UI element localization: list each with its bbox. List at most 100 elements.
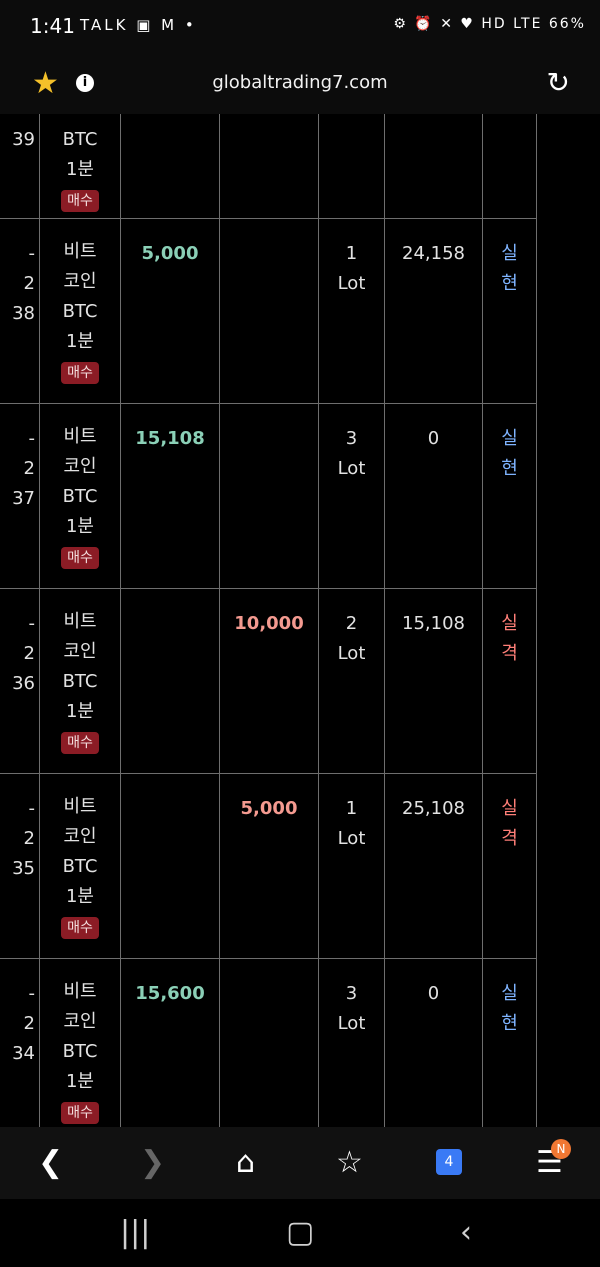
product-line: 1분 (65, 701, 94, 722)
order-id-prefix: - (28, 428, 36, 449)
product-cell: BTC 1분 매수 (39, 114, 121, 219)
lot-unit: Lot (337, 458, 366, 479)
status-time: 1:41 (30, 14, 75, 38)
product-cell: 비트 코인 BTC 1분 매수 (39, 403, 121, 589)
balance-cell: 0 (384, 958, 483, 1127)
lot-count: 3 (345, 428, 358, 449)
balance-cell: 15,108 (384, 588, 483, 774)
balance-value: 15,108 (402, 613, 465, 634)
product-line: 코인 (63, 641, 97, 662)
buy-badge: 매수 (61, 917, 99, 939)
order-id-suffix: 35 (12, 858, 35, 879)
order-id-cell: - 2 34 (0, 958, 40, 1127)
result-cell: 실 현 (482, 218, 537, 404)
profit-cell: 15,600 (120, 958, 220, 1127)
result-cell: 실 격 (482, 773, 537, 959)
order-id-mid: 2 (23, 1013, 35, 1034)
order-id-cell: - 2 37 (0, 403, 40, 589)
result-char: 실 (501, 428, 518, 449)
lot-cell: 2 Lot (318, 588, 385, 774)
product-line: 1분 (65, 159, 94, 180)
result-char: 현 (501, 458, 518, 479)
order-id-prefix: - (28, 798, 36, 819)
product-cell: 비트 코인 BTC 1분 매수 (39, 588, 121, 774)
product-line: 비트 (63, 241, 97, 262)
result-char: 실 (501, 613, 518, 634)
lot-unit: Lot (337, 643, 366, 664)
profit-value: 15,108 (135, 428, 205, 449)
menu-new-badge: N (551, 1139, 571, 1159)
home-circle-icon[interactable]: ▢ (286, 1215, 314, 1250)
order-id-cell: - 2 38 (0, 218, 40, 404)
order-id-cell: 39 (0, 114, 40, 219)
balance-cell: 25,108 (384, 773, 483, 959)
result-cell (482, 114, 537, 219)
product-cell: 비트 코인 BTC 1분 매수 (39, 773, 121, 959)
recent-apps-icon[interactable]: ||| (120, 1215, 150, 1250)
product-line: 코인 (63, 826, 97, 847)
home-icon[interactable]: ⌂ (236, 1145, 255, 1180)
product-cell: 비트 코인 BTC 1분 매수 (39, 958, 121, 1127)
result-cell: 실 격 (482, 588, 537, 774)
reload-icon[interactable]: ↻ (547, 66, 570, 99)
table-row: - 2 38 비트 코인 BTC 1분 매수 5,000 1 Lot 24,15… (0, 218, 537, 404)
lot-count: 2 (345, 613, 358, 634)
product-line: 비트 (63, 426, 97, 447)
tabs-button[interactable]: 4 (436, 1149, 462, 1175)
profit-cell: 5,000 (120, 218, 220, 404)
profit-cell: 15,108 (120, 403, 220, 589)
product-line: 비트 (63, 981, 97, 1002)
lot-count: 1 (345, 798, 358, 819)
product-line: BTC (62, 129, 98, 150)
table-row: - 2 36 비트 코인 BTC 1분 매수 10,000 2 Lot 15,1… (0, 588, 537, 774)
product-line: 1분 (65, 1071, 94, 1092)
product-line: 비트 (63, 611, 97, 632)
balance-value: 0 (427, 983, 440, 1004)
product-cell: 비트 코인 BTC 1분 매수 (39, 218, 121, 404)
product-line: 1분 (65, 516, 94, 537)
result-cell: 실 현 (482, 958, 537, 1127)
result-char: 현 (501, 1013, 518, 1034)
buy-badge: 매수 (61, 732, 99, 754)
status-bar: 1:41 TALK ▣ M • ⚙ ⏰ ✕ ♥ HD LTE 66% (0, 0, 600, 56)
balance-cell (384, 114, 483, 219)
result-char: 격 (501, 643, 518, 664)
url-text[interactable]: globaltrading7.com (0, 72, 600, 93)
trade-history-table-viewport[interactable]: 39 BTC 1분 매수 - 2 38 비트 코인 BTC 1분 매수 5,00… (0, 114, 600, 1127)
profit-value: 15,600 (135, 983, 205, 1004)
product-line: 코인 (63, 456, 97, 477)
loss-value: 10,000 (234, 613, 304, 634)
result-cell: 실 현 (482, 403, 537, 589)
product-line: 코인 (63, 271, 97, 292)
lot-count: 1 (345, 243, 358, 264)
profit-cell (120, 588, 220, 774)
forward-icon[interactable]: ❯ (140, 1145, 165, 1180)
lot-cell: 3 Lot (318, 958, 385, 1127)
system-navigation-bar: ||| ▢ ‹ (0, 1199, 600, 1267)
system-back-icon[interactable]: ‹ (460, 1215, 472, 1250)
notification-icons: TALK ▣ M • (80, 16, 197, 34)
bookmarks-icon[interactable]: ☆ (336, 1145, 363, 1180)
table-row: - 2 34 비트 코인 BTC 1분 매수 15,600 3 Lot 0 실 … (0, 958, 537, 1127)
order-id-mid: 2 (23, 828, 35, 849)
back-icon[interactable]: ❮ (38, 1145, 63, 1180)
result-char: 실 (501, 798, 518, 819)
buy-badge: 매수 (61, 547, 99, 569)
lot-cell: 1 Lot (318, 218, 385, 404)
result-char: 실 (501, 243, 518, 264)
loss-cell (219, 218, 319, 404)
order-id-suffix: 37 (12, 488, 35, 509)
buy-badge: 매수 (61, 190, 99, 212)
order-id-cell: - 2 35 (0, 773, 40, 959)
balance-value: 25,108 (402, 798, 465, 819)
product-line: BTC (62, 671, 98, 692)
lot-cell: 3 Lot (318, 403, 385, 589)
balance-value: 24,158 (402, 243, 465, 264)
balance-cell: 24,158 (384, 218, 483, 404)
product-line: 1분 (65, 331, 94, 352)
table-row: - 2 37 비트 코인 BTC 1분 매수 15,108 3 Lot 0 실 … (0, 403, 537, 589)
profit-value: 5,000 (141, 243, 199, 264)
profit-cell (120, 114, 220, 219)
browser-bottom-toolbar: ❮ ❯ ⌂ ☆ 4 ☰ N (0, 1127, 600, 1199)
product-line: 1분 (65, 886, 94, 907)
